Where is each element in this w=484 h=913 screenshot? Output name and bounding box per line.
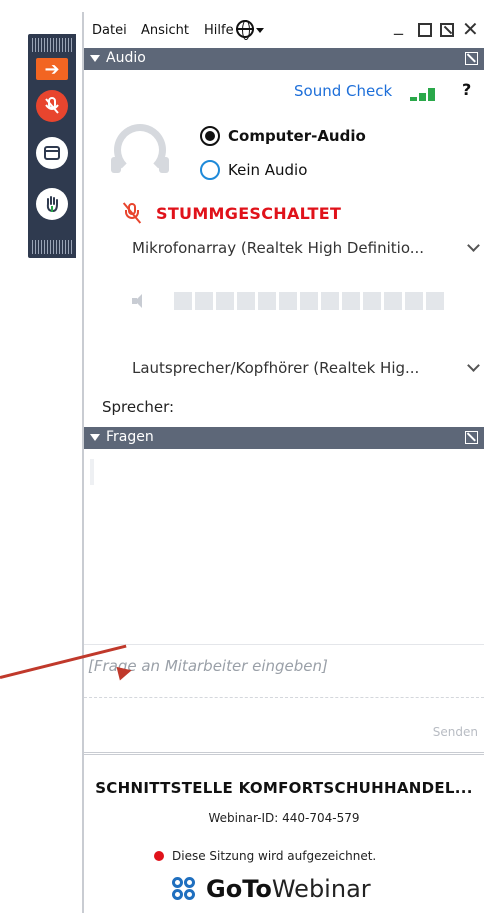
grab-handle-bottom[interactable]: [32, 240, 72, 254]
minimize-button[interactable]: _: [394, 16, 403, 36]
send-button[interactable]: Senden: [433, 725, 478, 739]
level-segment: [258, 292, 276, 310]
headset-icon: [111, 124, 169, 176]
audio-section-header[interactable]: Audio: [84, 48, 484, 70]
recording-notice: Diese Sitzung wird aufgezeichnet.: [172, 849, 377, 863]
menu-file[interactable]: Datei: [92, 23, 127, 38]
level-segment: [342, 292, 360, 310]
level-segment: [216, 292, 234, 310]
microphone-muted-icon: [45, 97, 59, 114]
level-segment: [363, 292, 381, 310]
audio-section-label: Audio: [106, 50, 146, 66]
popout-icon[interactable]: [465, 52, 478, 65]
computer-audio-label[interactable]: Computer-Audio: [228, 127, 366, 145]
chevron-down-icon: [467, 239, 480, 252]
speaker-label: Sprecher:: [102, 398, 175, 416]
globe-icon[interactable]: [236, 20, 254, 40]
computer-audio-radio[interactable]: [200, 126, 220, 146]
webinar-info-footer: SCHNITTSTELLE KOMFORTSCHUHHANDEL... Webi…: [84, 752, 484, 913]
chevron-down-icon[interactable]: [256, 28, 264, 33]
signal-strength-icon: [410, 85, 444, 101]
control-panel-grab-tab[interactable]: ➔: [28, 34, 76, 258]
divider: [84, 697, 484, 698]
maximize-button[interactable]: [418, 23, 432, 37]
questions-log[interactable]: [84, 449, 484, 643]
microphone-muted-icon[interactable]: [122, 202, 142, 224]
help-icon[interactable]: ?: [462, 80, 471, 99]
level-segment: [195, 292, 213, 310]
arrow-right-icon: ➔: [44, 58, 60, 80]
logo-icon: [172, 877, 198, 903]
popout-button[interactable]: [440, 23, 454, 37]
raise-hand-button[interactable]: [36, 188, 68, 220]
questions-section-header[interactable]: Fragen: [84, 427, 484, 449]
level-segment: [237, 292, 255, 310]
speaker-select[interactable]: Lautsprecher/Kopfhörer (Realtek Hig...: [128, 356, 484, 382]
webinar-title: SCHNITTSTELLE KOMFORTSCHUHHANDEL...: [95, 779, 473, 797]
level-segment: [300, 292, 318, 310]
question-input-area[interactable]: [Frage an Mitarbeiter eingeben] Senden: [84, 644, 484, 750]
collapse-triangle-icon[interactable]: [90, 434, 100, 441]
window-icon: [44, 146, 60, 160]
menu-bar: Datei Ansicht Hilfe _ ✕: [84, 12, 484, 46]
sound-check-link[interactable]: Sound Check: [294, 82, 392, 100]
level-segment: [384, 292, 402, 310]
mute-toggle-button[interactable]: [36, 90, 68, 122]
recording-dot-icon: [154, 851, 164, 861]
no-audio-radio[interactable]: [200, 160, 220, 180]
speaker-select-value: Lautsprecher/Kopfhörer (Realtek Hig...: [132, 359, 420, 377]
close-button[interactable]: ✕: [462, 19, 479, 39]
popout-icon[interactable]: [465, 431, 478, 444]
level-segment: [174, 292, 192, 310]
microphone-select-value: Mikrofonarray (Realtek High Definitio...: [132, 239, 425, 257]
logo-text: GoToWebinar: [206, 875, 371, 903]
raise-hand-icon: [46, 196, 58, 213]
collapse-triangle-icon[interactable]: [90, 55, 100, 62]
level-segment: [405, 292, 423, 310]
no-audio-label[interactable]: Kein Audio: [228, 161, 307, 179]
menu-view[interactable]: Ansicht: [141, 23, 189, 38]
grab-handle-top[interactable]: [32, 38, 72, 52]
microphone-select[interactable]: Mikrofonarray (Realtek High Definitio...: [128, 236, 484, 262]
show-panel-button[interactable]: [36, 137, 68, 169]
scroll-marker: [90, 459, 94, 485]
level-segment: [321, 292, 339, 310]
menu-help[interactable]: Hilfe: [204, 23, 234, 38]
webinar-id: Webinar-ID: 440-704-579: [208, 811, 360, 825]
speaker-icon: [132, 294, 150, 308]
level-segment: [279, 292, 297, 310]
chevron-down-icon: [467, 359, 480, 372]
speaker-level-meter: [174, 292, 454, 310]
collapse-arrow-button[interactable]: ➔: [36, 58, 68, 80]
questions-section-label: Fragen: [106, 429, 154, 445]
control-panel: Datei Ansicht Hilfe _ ✕ Audio Sound Chec…: [82, 12, 484, 913]
muted-status-label[interactable]: STUMMGESCHALTET: [156, 204, 341, 223]
level-segment: [426, 292, 444, 310]
